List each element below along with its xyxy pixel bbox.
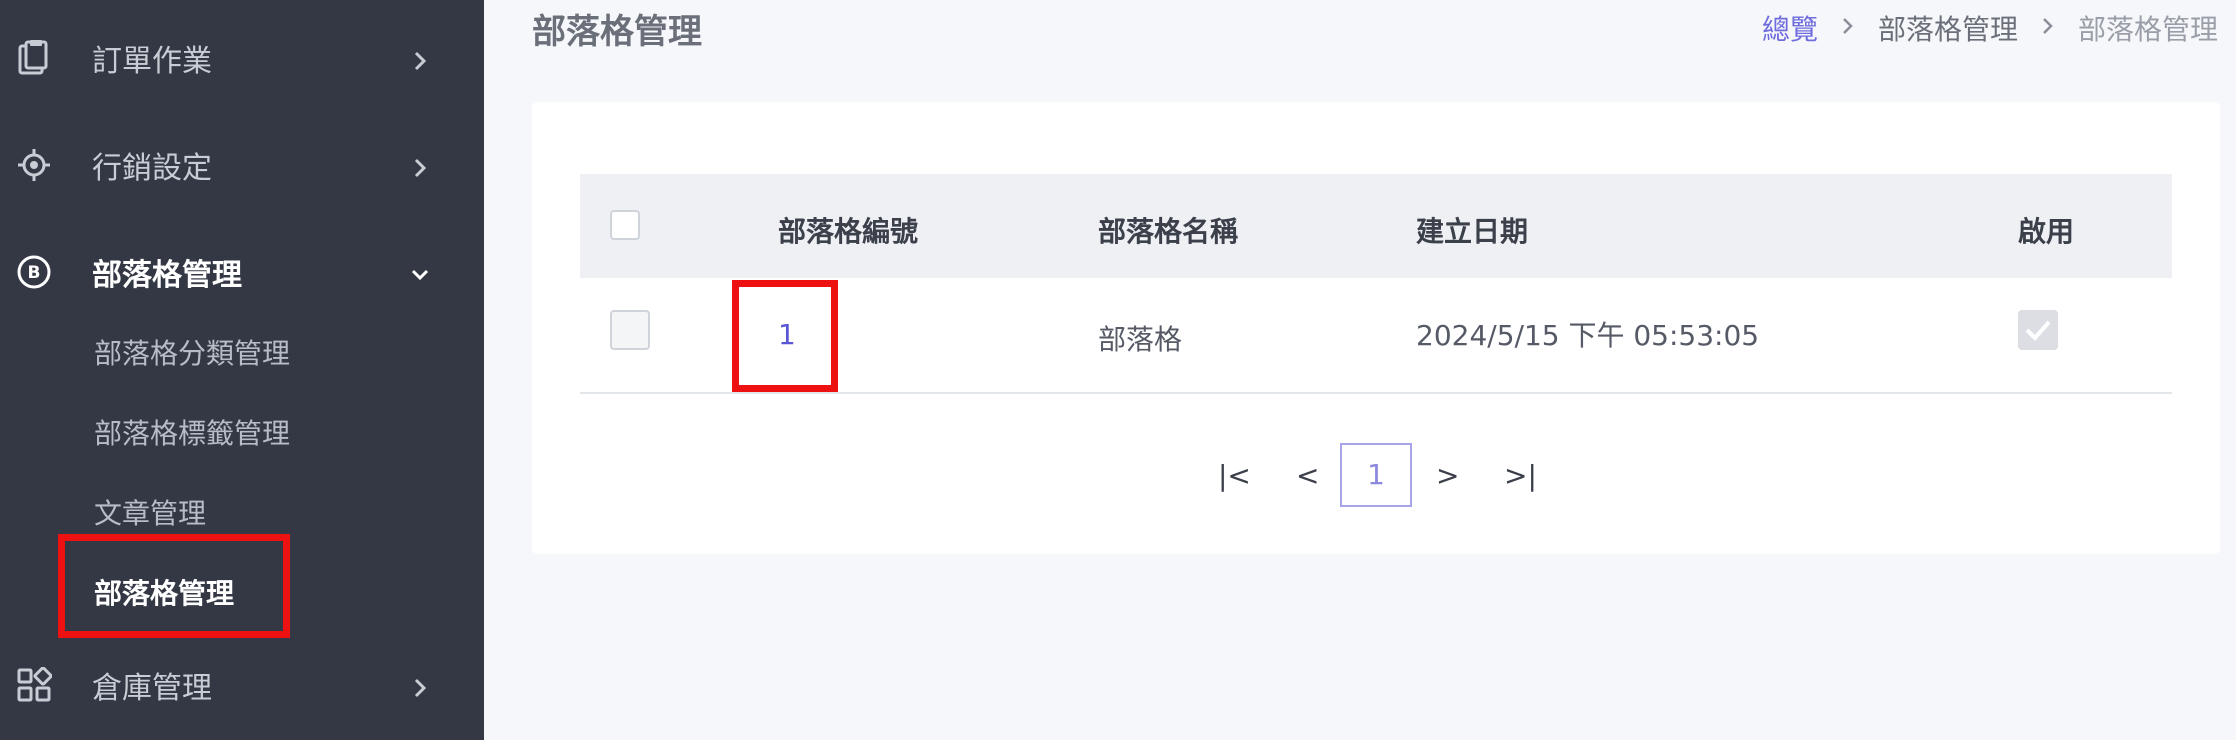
checkmark-icon xyxy=(2025,320,2051,341)
row-checkbox[interactable] xyxy=(610,310,650,350)
column-header-created-date[interactable]: 建立日期 xyxy=(1416,210,1528,250)
page-title: 部落格管理 xyxy=(532,12,702,52)
pagination-first[interactable]: |< xyxy=(1218,443,1272,507)
enabled-checkbox xyxy=(2018,310,2058,350)
sidebar-item-marketing[interactable]: 行銷設定 xyxy=(0,125,484,205)
table-header: 部落格編號 部落格名稱 建立日期 啟用 xyxy=(580,174,2172,280)
chevron-right-icon xyxy=(408,153,432,178)
chevron-right-icon xyxy=(408,46,432,71)
sidebar-item-orders[interactable]: 訂單作業 xyxy=(0,18,484,98)
column-header-blog-id[interactable]: 部落格編號 xyxy=(778,210,918,250)
chevron-down-icon xyxy=(408,260,432,284)
sidebar-item-blog-management[interactable]: B 部落格管理 xyxy=(0,232,484,312)
select-all-checkbox[interactable] xyxy=(610,210,640,240)
sidebar-subitem-blog-tags[interactable]: 部落格標籤管理 xyxy=(94,412,290,452)
svg-text:B: B xyxy=(28,263,41,283)
sidebar-item-label: 行銷設定 xyxy=(92,151,212,186)
sidebar-subitem-articles[interactable]: 文章管理 xyxy=(94,492,206,532)
breadcrumb-item[interactable]: 部落格管理 xyxy=(1878,8,2018,48)
pagination-last[interactable]: >| xyxy=(1504,443,1558,507)
column-header-enabled[interactable]: 啟用 xyxy=(2018,210,2074,250)
chevron-right-icon xyxy=(2040,13,2056,43)
blog-name-cell: 部落格 xyxy=(1098,323,1183,356)
grid-apps-icon xyxy=(16,667,52,703)
sidebar-subitem-blog-category[interactable]: 部落格分類管理 xyxy=(94,332,290,372)
breadcrumb-home-link[interactable]: 總覽 xyxy=(1762,8,1818,48)
sidebar: 訂單作業 行銷設定 B 部落格管理 部落格分類管理 部落格標籤管理 文章管理 部… xyxy=(0,0,484,740)
chevron-right-icon xyxy=(1840,13,1856,43)
highlight-box xyxy=(58,534,290,638)
chevron-right-icon xyxy=(408,673,432,698)
sidebar-item-label: 倉庫管理 xyxy=(92,671,212,706)
pagination-current-page[interactable]: 1 xyxy=(1340,443,1412,507)
target-icon xyxy=(16,147,52,183)
sidebar-item-label: 訂單作業 xyxy=(92,44,212,79)
blog-b-icon: B xyxy=(16,254,52,290)
sidebar-item-warehouse[interactable]: 倉庫管理 xyxy=(0,645,484,725)
breadcrumb: 總覽 部落格管理 部落格管理 xyxy=(1762,8,2218,48)
column-header-blog-name[interactable]: 部落格名稱 xyxy=(1098,210,1238,250)
sidebar-item-label: 部落格管理 xyxy=(92,258,242,293)
breadcrumb-current: 部落格管理 xyxy=(2077,13,2218,46)
highlight-box xyxy=(732,280,838,392)
created-date-cell: 2024/5/15 下午 05:53:05 xyxy=(1416,319,1760,352)
pagination-next[interactable]: > xyxy=(1436,443,1466,507)
pagination-prev[interactable]: < xyxy=(1296,443,1326,507)
clipboard-icon xyxy=(16,40,52,76)
